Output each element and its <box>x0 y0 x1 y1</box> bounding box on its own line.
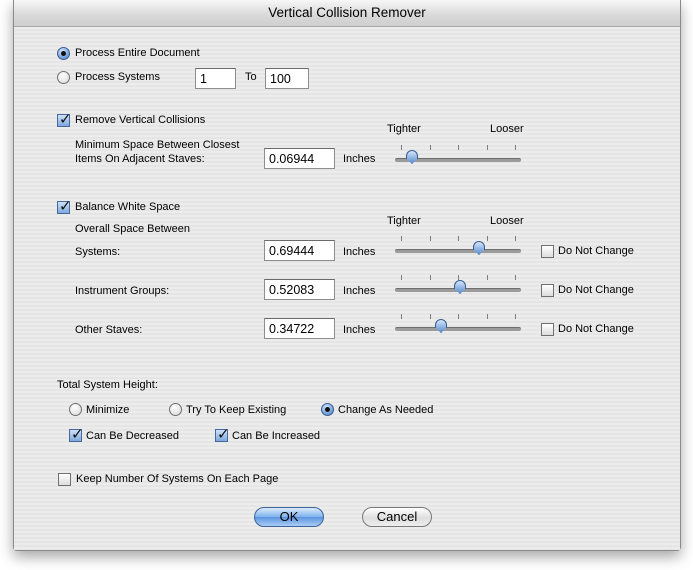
systems-space-units: Inches <box>343 246 376 258</box>
slider-tick <box>430 275 431 280</box>
instrument-groups-space-input[interactable]: 0.52083 <box>264 279 335 300</box>
min-space-slider[interactable] <box>395 145 521 173</box>
process-entire-radio[interactable] <box>57 47 70 60</box>
other-staves-space-label: Other Staves: <box>75 324 143 336</box>
slider-tick <box>458 314 459 319</box>
remove-vertical-collisions-label: Remove Vertical Collisions <box>75 114 206 126</box>
slider-tick <box>515 314 516 319</box>
instrument-groups-do-not-change-checkbox[interactable] <box>541 284 554 297</box>
try-keep-existing-radio[interactable] <box>169 403 182 416</box>
minimize-label: Minimize <box>86 404 130 416</box>
slider-tick <box>430 145 431 150</box>
instrument-groups-do-not-change-label: Do Not Change <box>558 284 634 296</box>
to-label: To <box>245 71 257 83</box>
balance-white-space-label: Balance White Space <box>75 201 181 213</box>
keep-systems-checkbox[interactable] <box>58 473 71 486</box>
to-system-input[interactable]: 100 <box>265 68 309 89</box>
slider-tick <box>401 236 402 241</box>
slider-tick <box>458 145 459 150</box>
minimize-radio[interactable] <box>69 403 82 416</box>
ok-button[interactable]: OK <box>254 507 324 527</box>
balance-white-space-checkbox[interactable] <box>57 197 72 215</box>
remove-vertical-collisions-checkbox[interactable] <box>57 110 72 128</box>
min-space-input[interactable]: 0.06944 <box>264 148 335 169</box>
keep-systems-label: Keep Number Of Systems On Each Page <box>76 473 279 485</box>
slider-tick <box>487 275 488 280</box>
other-staves-space-slider[interactable] <box>395 314 521 342</box>
slider-tick <box>430 236 431 241</box>
systems-do-not-change-label: Do Not Change <box>558 245 634 257</box>
window-title: Vertical Collision Remover <box>14 0 680 27</box>
other-staves-do-not-change-label: Do Not Change <box>558 323 634 335</box>
overall-space-label: Overall Space Between <box>75 223 190 235</box>
systems-space-label: Systems: <box>75 246 121 258</box>
slider-tick <box>487 314 488 319</box>
dialog-window: Vertical Collision Remover Process Entir… <box>13 0 681 551</box>
systems-do-not-change-checkbox[interactable] <box>541 245 554 258</box>
slider-tick <box>515 145 516 150</box>
slider-tick <box>515 275 516 280</box>
slider-tick <box>487 236 488 241</box>
other-staves-do-not-change-checkbox[interactable] <box>541 323 554 336</box>
other-staves-space-input[interactable]: 0.34722 <box>264 318 335 339</box>
total-system-height-label: Total System Height: <box>57 379 158 391</box>
min-space-label-line1: Minimum Space Between Closest <box>75 139 240 151</box>
from-system-input[interactable]: 1 <box>195 68 236 89</box>
min-space-label-line2: Items On Adjacent Staves: <box>75 153 205 165</box>
looser-label: Looser <box>490 215 524 227</box>
slider-track <box>395 249 521 253</box>
can-be-decreased-checkbox[interactable] <box>69 425 84 443</box>
change-as-needed-radio[interactable] <box>321 403 334 416</box>
min-space-units: Inches <box>343 153 376 165</box>
slider-track <box>395 327 521 331</box>
dialog-content: Process Entire Document Process Systems … <box>14 27 680 550</box>
systems-space-slider[interactable] <box>395 236 521 264</box>
looser-label: Looser <box>490 123 524 135</box>
systems-space-input[interactable]: 0.69444 <box>264 240 335 261</box>
instrument-groups-space-units: Inches <box>343 285 376 297</box>
change-as-needed-label: Change As Needed <box>338 404 434 416</box>
slider-tick <box>401 275 402 280</box>
tighter-label: Tighter <box>387 215 421 227</box>
process-systems-radio[interactable] <box>57 71 70 84</box>
can-be-increased-checkbox[interactable] <box>215 425 230 443</box>
tighter-label: Tighter <box>387 123 421 135</box>
slider-tick <box>458 275 459 280</box>
slider-tick <box>515 236 516 241</box>
can-be-decreased-label: Can Be Decreased <box>86 430 179 442</box>
slider-tick <box>401 145 402 150</box>
slider-tick <box>458 236 459 241</box>
other-staves-space-units: Inches <box>343 324 376 336</box>
slider-tick <box>430 314 431 319</box>
try-keep-existing-label: Try To Keep Existing <box>186 404 287 416</box>
slider-tick <box>487 145 488 150</box>
process-entire-label: Process Entire Document <box>75 47 200 59</box>
process-systems-label: Process Systems <box>75 71 160 83</box>
cancel-button[interactable]: Cancel <box>362 507 432 527</box>
instrument-groups-space-label: Instrument Groups: <box>75 285 170 297</box>
slider-tick <box>401 314 402 319</box>
instrument-groups-space-slider[interactable] <box>395 275 521 303</box>
can-be-increased-label: Can Be Increased <box>232 430 321 442</box>
